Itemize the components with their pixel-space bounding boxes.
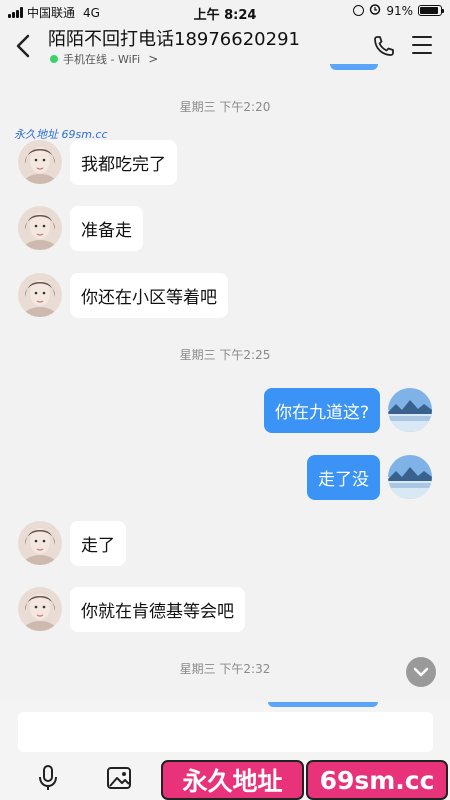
call-button[interactable] bbox=[372, 34, 396, 58]
menu-icon bbox=[412, 36, 432, 38]
online-status-text: 手机在线 - WiFi bbox=[63, 53, 141, 66]
menu-button[interactable] bbox=[412, 36, 432, 54]
voice-button[interactable] bbox=[36, 764, 60, 792]
previous-message-peek bbox=[330, 64, 378, 70]
timestamp: 星期三 下午2:25 bbox=[179, 348, 271, 362]
contact-avatar[interactable] bbox=[18, 206, 62, 250]
contact-avatar[interactable] bbox=[18, 273, 62, 317]
online-dot-icon bbox=[50, 55, 58, 63]
status-bar: 中国联通 4G 上午 8:24 91% bbox=[0, 0, 450, 23]
scroll-to-bottom-button[interactable] bbox=[406, 657, 436, 687]
timestamp: 星期三 下午2:20 bbox=[179, 100, 271, 114]
message-bubble-outgoing[interactable]: 走了没 bbox=[307, 455, 380, 500]
orientation-lock-icon bbox=[353, 5, 365, 16]
battery-icon bbox=[418, 5, 444, 16]
ad-banner-domain[interactable]: 69sm.cc bbox=[306, 760, 448, 800]
contact-avatar[interactable] bbox=[18, 140, 62, 184]
chevron-left-icon bbox=[16, 34, 30, 58]
chevron-down-icon bbox=[413, 667, 429, 677]
microphone-icon bbox=[39, 765, 57, 790]
message-bubble-incoming[interactable]: 走了 bbox=[70, 521, 126, 566]
message-bubble-incoming[interactable]: 你还在小区等着吧 bbox=[70, 273, 228, 318]
next-message-peek bbox=[268, 702, 378, 707]
user-avatar[interactable] bbox=[388, 455, 432, 499]
ad-banner-address[interactable]: 永久地址 bbox=[161, 760, 304, 800]
timestamp: 星期三 下午2:32 bbox=[179, 662, 271, 676]
message-bubble-incoming[interactable]: 你就在肯德基等会吧 bbox=[70, 587, 245, 632]
message-bubble-incoming[interactable]: 我都吃完了 bbox=[70, 140, 177, 185]
battery-percent: 91% bbox=[386, 3, 413, 18]
message-bubble-outgoing[interactable]: 你在九道这? bbox=[263, 388, 380, 433]
message-input[interactable] bbox=[18, 712, 433, 752]
online-status[interactable]: 手机在线 - WiFi > bbox=[50, 51, 158, 67]
message-bubble-incoming[interactable]: 准备走 bbox=[70, 206, 143, 251]
user-avatar[interactable] bbox=[388, 388, 432, 432]
status-right: 91% bbox=[353, 3, 444, 18]
alarm-icon bbox=[369, 3, 381, 18]
contact-title[interactable]: 陌陌不回打电话18976620291 bbox=[48, 25, 300, 51]
phone-icon bbox=[374, 36, 394, 56]
chevron-right-icon: > bbox=[148, 52, 159, 66]
contact-avatar[interactable] bbox=[18, 587, 62, 631]
image-button[interactable] bbox=[106, 766, 132, 790]
image-icon bbox=[107, 767, 131, 789]
contact-avatar[interactable] bbox=[18, 521, 62, 565]
back-button[interactable] bbox=[12, 32, 36, 60]
chat-header: 陌陌不回打电话18976620291 手机在线 - WiFi > bbox=[0, 22, 450, 70]
